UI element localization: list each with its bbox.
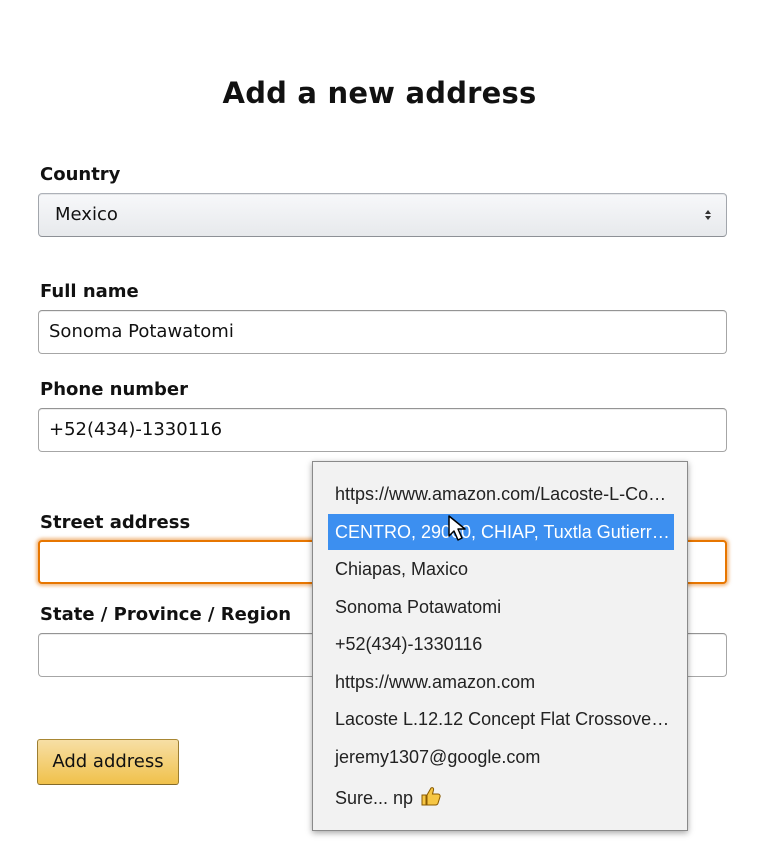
street-address-label: Street address bbox=[40, 512, 191, 533]
full-name-input[interactable]: Sonoma Potawatomi bbox=[38, 310, 727, 354]
mouse-cursor-icon bbox=[448, 515, 466, 541]
autocomplete-item[interactable]: https://www.amazon.com/Lacoste-L-Concept… bbox=[328, 476, 674, 512]
add-address-page: Add a new address Country Mexico Full na… bbox=[0, 0, 759, 844]
autocomplete-item-text: +52(434)-1330116 bbox=[335, 634, 483, 654]
autocomplete-item-text: Sonoma Potawatomi bbox=[335, 597, 502, 617]
autocomplete-item[interactable]: +52(434)-1330116 bbox=[328, 626, 674, 662]
country-label: Country bbox=[40, 164, 121, 185]
phone-number-value: +52(434)-1330116 bbox=[49, 419, 223, 440]
phone-number-input[interactable]: +52(434)-1330116 bbox=[38, 408, 727, 452]
autocomplete-item-text: Sure... np bbox=[335, 788, 414, 808]
autocomplete-item[interactable]: Sure... np bbox=[328, 780, 674, 816]
country-select[interactable]: Mexico bbox=[38, 193, 727, 237]
autocomplete-item-text: jeremy1307@google.com bbox=[335, 747, 541, 767]
thumbs-up-icon bbox=[421, 787, 441, 806]
autocomplete-item-text: https://www.amazon.com bbox=[335, 672, 536, 692]
add-address-button[interactable]: Add address bbox=[37, 739, 179, 785]
select-arrows-icon bbox=[705, 210, 711, 220]
country-select-value: Mexico bbox=[55, 204, 118, 225]
full-name-label: Full name bbox=[40, 281, 139, 302]
state-label: State / Province / Region bbox=[40, 604, 292, 625]
full-name-value: Sonoma Potawatomi bbox=[49, 321, 234, 342]
autocomplete-item[interactable]: Sonoma Potawatomi bbox=[328, 589, 674, 625]
autocomplete-item-text: Lacoste L.12.12 Concept Flat Crossover B… bbox=[335, 709, 674, 729]
autocomplete-item-selected[interactable]: CENTRO, 29000, CHIAP, Tuxtla Gutierrez, … bbox=[328, 514, 674, 550]
autocomplete-item[interactable]: jeremy1307@google.com bbox=[328, 739, 674, 775]
page-title: Add a new address bbox=[222, 76, 537, 110]
autocomplete-item[interactable]: Chiapas, Maxico bbox=[328, 551, 674, 587]
autocomplete-item[interactable]: Lacoste L.12.12 Concept Flat Crossover B… bbox=[328, 701, 674, 737]
phone-number-label: Phone number bbox=[40, 379, 189, 400]
autocomplete-item-text: https://www.amazon.com/Lacoste-L-Concept… bbox=[335, 484, 674, 504]
autocomplete-item-text: CENTRO, 29000, CHIAP, Tuxtla Gutierrez, … bbox=[335, 522, 674, 542]
autocomplete-dropdown: https://www.amazon.com/Lacoste-L-Concept… bbox=[312, 461, 688, 831]
autocomplete-item[interactable]: https://www.amazon.com bbox=[328, 664, 674, 700]
autocomplete-item-text: Chiapas, Maxico bbox=[335, 559, 469, 579]
